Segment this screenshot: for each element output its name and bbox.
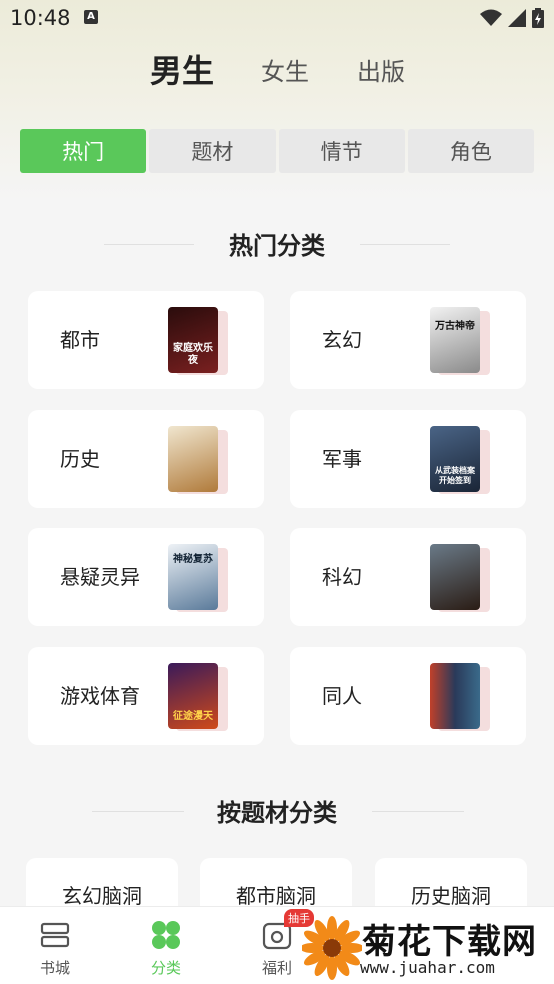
nav-label: 分类 — [150, 959, 181, 977]
category-label: 悬疑灵异 — [60, 565, 140, 589]
nav-item-bookstore[interactable]: 书城 — [10, 907, 100, 984]
category-label: 历史 — [60, 447, 100, 471]
category-card-game-sports[interactable]: 游戏体育 征途漫天 — [28, 647, 264, 745]
nav-item-category[interactable]: 分类 — [121, 907, 211, 984]
segment-role[interactable]: 角色 — [407, 129, 534, 173]
status-bar: 10:48 A — [0, 0, 554, 40]
tab-publish[interactable]: 出版 — [357, 52, 405, 87]
topic-label: 历史脑洞 — [411, 884, 491, 908]
tab-female[interactable]: 女生 — [261, 52, 309, 87]
category-label: 军事 — [322, 447, 362, 471]
segment-theme[interactable]: 题材 — [149, 129, 276, 173]
section-title-topic: 按题材分类 — [217, 799, 337, 827]
category-label: 同人 — [322, 684, 362, 708]
wifi-icon — [480, 9, 502, 26]
topic-label: 都市脑洞 — [236, 884, 316, 908]
category-card-military[interactable]: 军事 从武装档案开始签到 — [290, 410, 526, 508]
segment-hot[interactable]: 热门 — [20, 129, 147, 173]
gender-tabs: 男生 女生 出版 — [0, 52, 554, 98]
category-card-suspense[interactable]: 悬疑灵异 神秘复苏 — [28, 528, 264, 626]
watermark-title: 菊花下载网 — [362, 922, 537, 962]
nav-label: 书城 — [39, 959, 70, 977]
category-label: 科幻 — [322, 565, 362, 589]
category-label: 都市 — [60, 328, 100, 352]
book-cover — [430, 663, 490, 731]
book-cover: 神秘复苏 — [168, 544, 228, 612]
category-card-history[interactable]: 历史 — [28, 410, 264, 508]
category-card-scifi[interactable]: 科幻 — [290, 528, 526, 626]
book-cover: 万古神帝 — [430, 307, 490, 375]
category-label: 游戏体育 — [60, 684, 140, 708]
book-cover: 征途漫天 — [168, 663, 228, 731]
tab-male[interactable]: 男生 — [150, 46, 214, 92]
status-icons — [480, 8, 544, 28]
segment-plot[interactable]: 情节 — [278, 129, 405, 173]
book-cover: 从武装档案开始签到 — [430, 426, 490, 494]
book-cover — [430, 544, 490, 612]
watermark-url: www.juahar.com — [360, 958, 495, 977]
book-cover: 家庭欢乐夜 — [168, 307, 228, 375]
notification-icon: A — [84, 10, 98, 24]
category-label: 玄幻 — [322, 328, 362, 352]
signal-icon — [508, 9, 526, 27]
category-icon — [152, 921, 180, 949]
section-title-hot: 热门分类 — [229, 232, 325, 260]
category-card-urban[interactable]: 都市 家庭欢乐夜 — [28, 291, 264, 389]
flower-logo-icon — [302, 916, 362, 980]
watermark: 菊花下载网 www.juahar.com — [300, 910, 554, 984]
status-time: 10:48 — [10, 6, 71, 30]
book-cover — [168, 426, 228, 494]
category-card-fanfic[interactable]: 同人 — [290, 647, 526, 745]
bookshelf-icon — [40, 922, 70, 948]
segment-tabs: 热门 题材 情节 角色 — [20, 129, 534, 173]
battery-icon — [532, 8, 544, 28]
category-card-fantasy[interactable]: 玄幻 万古神帝 — [290, 291, 526, 389]
topic-label: 玄幻脑洞 — [62, 884, 142, 908]
